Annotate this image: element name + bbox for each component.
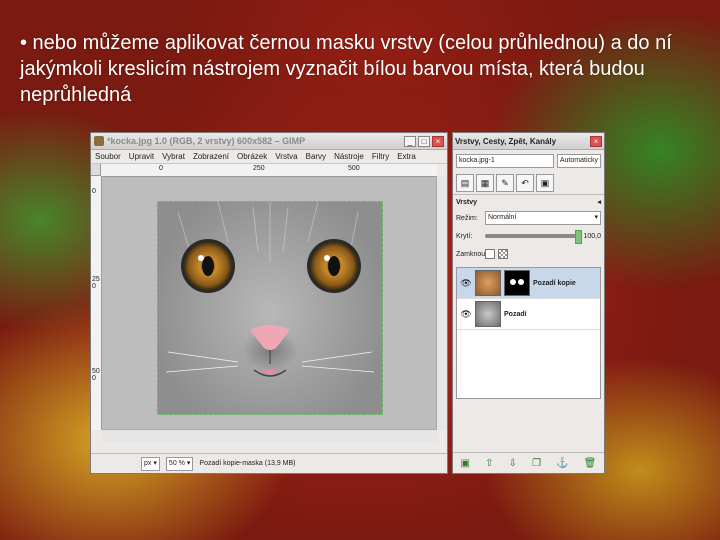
image-select[interactable]: kocka.jpg-1 <box>456 154 554 168</box>
canvas-area: 0 250 500 0 250 500 <box>91 164 447 442</box>
zoom-value: 50 % <box>168 459 185 467</box>
menu-nastroje[interactable]: Nástroje <box>334 152 364 161</box>
brushes-tab-icon[interactable]: ▣ <box>536 174 554 192</box>
dock-tab-row: ▤ ▦ ✎ ↶ ▣ <box>453 172 604 195</box>
menu-vybrat[interactable]: Vybrat <box>162 152 185 161</box>
dock-title: Vrstvy, Cesty, Zpět, Kanály <box>455 136 557 146</box>
ruler-v-tick: 250 <box>92 276 100 290</box>
eye-icon[interactable]: 👁 <box>460 309 472 320</box>
layer-row[interactable]: 👁 Pozadí kopie <box>457 268 600 299</box>
opacity-row: Krytí: 100,0 <box>453 227 604 245</box>
lock-row: Zamknout: <box>453 245 604 263</box>
layer-list: 👁 Pozadí kopie 👁 Pozadí <box>456 267 601 399</box>
layer-name: Pozadí <box>504 310 527 318</box>
image-selector-row: kocka.jpg-1 Automaticky <box>453 150 604 172</box>
layer-thumbnail <box>475 270 501 296</box>
unit-value: px <box>144 459 152 467</box>
chevron-down-icon: ▾ <box>594 214 598 221</box>
delete-layer-icon[interactable]: 🗑 <box>584 458 597 469</box>
mode-select[interactable]: Normální ▾ <box>485 211 601 225</box>
mode-label: Režim: <box>456 214 478 222</box>
lower-layer-icon[interactable]: ⇩ <box>509 458 517 469</box>
zoom-select[interactable]: 50 % ▾ <box>165 456 194 471</box>
layers-panel-header: Vrstvy ◂ <box>453 195 604 209</box>
menu-barvy[interactable]: Barvy <box>306 152 326 161</box>
opacity-value: 100,0 <box>583 232 601 240</box>
raise-layer-icon[interactable]: ⇧ <box>485 458 493 469</box>
mode-row: Režim: Normální ▾ <box>453 209 604 227</box>
menu-extra[interactable]: Extra <box>397 152 416 161</box>
unit-select[interactable]: px ▾ <box>141 456 160 471</box>
duplicate-layer-icon[interactable]: ❐ <box>532 458 541 469</box>
menu-upravit[interactable]: Upravit <box>129 152 154 161</box>
channels-tab-icon[interactable]: ▦ <box>476 174 494 192</box>
dock-titlebar[interactable]: Vrstvy, Cesty, Zpět, Kanály × <box>453 133 604 150</box>
ruler-h-tick: 0 <box>159 165 163 172</box>
opacity-slider[interactable] <box>485 230 583 244</box>
menu-filtry[interactable]: Filtry <box>372 152 389 161</box>
checker-icon <box>498 249 508 259</box>
chevron-down-icon: ▾ <box>153 459 157 467</box>
undo-tab-icon[interactable]: ↶ <box>516 174 534 192</box>
gimp-app-icon <box>94 136 104 146</box>
mode-value: Normální <box>488 214 517 221</box>
opacity-label: Krytí: <box>456 232 473 240</box>
layer-mask-thumbnail[interactable] <box>504 270 530 296</box>
opacity-fill <box>485 234 581 238</box>
vertical-ruler[interactable]: 0 250 500 <box>91 176 102 430</box>
paths-tab-icon[interactable]: ✎ <box>496 174 514 192</box>
cat-image[interactable] <box>157 201 383 415</box>
lock-pixels-checkbox[interactable] <box>485 249 495 259</box>
ruler-h-tick: 250 <box>253 165 265 172</box>
window-title: *kocka.jpg 1.0 (RGB, 2 vrstvy) 600x582 –… <box>107 136 306 146</box>
window-titlebar[interactable]: *kocka.jpg 1.0 (RGB, 2 vrstvy) 600x582 –… <box>91 133 447 150</box>
opacity-knob[interactable] <box>575 230 583 244</box>
status-text: Pozadí kopie-maska (13,9 MB) <box>199 460 296 467</box>
layer-row[interactable]: 👁 Pozadí <box>457 299 600 330</box>
vertical-scrollbar[interactable] <box>436 176 447 430</box>
new-layer-icon[interactable]: ▣ <box>461 458 470 469</box>
lock-label: Zamknout: <box>456 250 490 258</box>
horizontal-scrollbar[interactable] <box>101 429 437 442</box>
quick-mask-corner[interactable] <box>91 164 101 176</box>
image-select-value: kocka.jpg-1 <box>459 157 495 164</box>
auto-button-label: Automaticky <box>559 157 598 164</box>
layers-dock-window: Vrstvy, Cesty, Zpět, Kanály × kocka.jpg-… <box>452 132 605 474</box>
menu-soubor[interactable]: Soubor <box>95 152 121 161</box>
slide-bullet-text: • nebo můžeme aplikovat černou masku vrs… <box>20 32 672 106</box>
layer-name: Pozadí kopie <box>533 279 576 287</box>
dock-close-button[interactable]: × <box>590 135 602 147</box>
gimp-image-window: *kocka.jpg 1.0 (RGB, 2 vrstvy) 600x582 –… <box>90 132 448 474</box>
menu-obrazek[interactable]: Obrázek <box>237 152 267 161</box>
cat-face-illustration <box>165 202 375 377</box>
ruler-v-tick: 500 <box>92 368 100 382</box>
menu-vrstva[interactable]: Vrstva <box>275 152 297 161</box>
horizontal-ruler[interactable]: 0 250 500 <box>101 164 437 177</box>
anchor-layer-icon[interactable]: ⚓ <box>556 458 568 469</box>
layer-thumbnail <box>475 301 501 327</box>
statusbar: px ▾ 50 % ▾ Pozadí kopie-maska (13,9 MB) <box>91 453 447 473</box>
eye-icon[interactable]: 👁 <box>460 278 472 289</box>
ruler-v-tick: 0 <box>92 188 96 195</box>
auto-button[interactable]: Automaticky <box>556 154 601 168</box>
close-button[interactable]: × <box>432 135 444 147</box>
layers-panel-label: Vrstvy <box>456 198 478 206</box>
maximize-button[interactable]: □ <box>418 135 430 147</box>
menu-zobrazeni[interactable]: Zobrazení <box>193 152 229 161</box>
chevron-down-icon: ▾ <box>186 459 191 467</box>
panel-menu-icon[interactable]: ◂ <box>597 198 601 206</box>
layer-actions-bar: ▣ ⇧ ⇩ ❐ ⚓ 🗑 <box>453 452 604 473</box>
minimize-button[interactable]: _ <box>404 135 416 147</box>
ruler-h-tick: 500 <box>348 165 360 172</box>
layers-tab-icon[interactable]: ▤ <box>456 174 474 192</box>
image-viewport[interactable] <box>102 177 436 429</box>
menubar: Soubor Upravit Vybrat Zobrazení Obrázek … <box>91 150 447 164</box>
